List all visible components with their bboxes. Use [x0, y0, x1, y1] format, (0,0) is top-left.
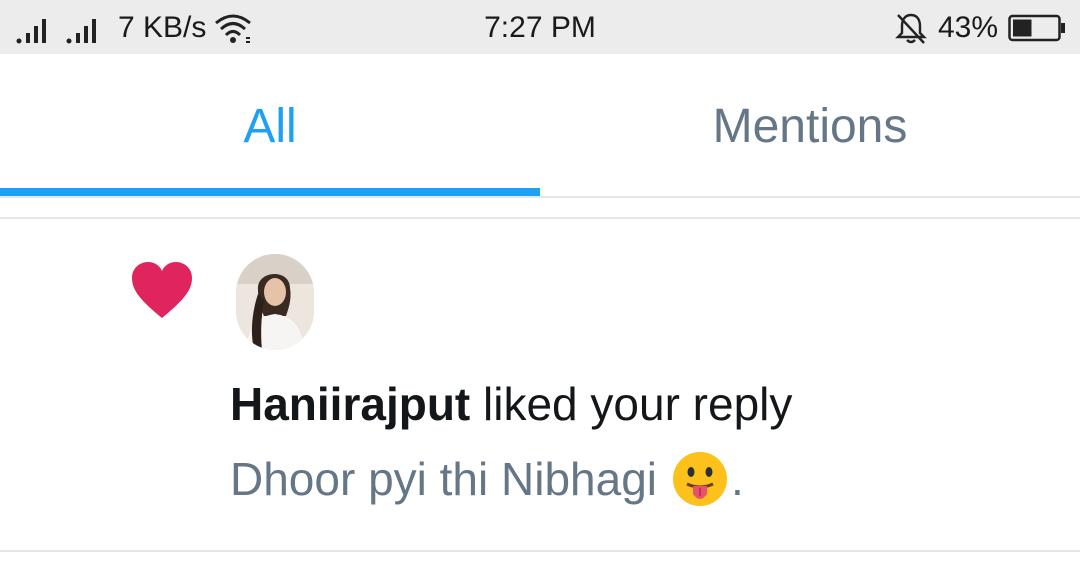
avatar[interactable] — [236, 254, 314, 350]
tweet-text[interactable]: Dhoor pyi thi Nibhagi . — [230, 450, 744, 508]
battery-icon — [1008, 14, 1066, 42]
notification-action: liked your reply — [470, 378, 793, 430]
face-with-tongue-icon — [671, 450, 729, 508]
battery-percent: 43% — [937, 11, 998, 44]
tab-mentions[interactable]: Mentions — [540, 54, 1080, 198]
tab-all[interactable]: All — [0, 54, 540, 198]
status-bar: 7 KB/s 7:27 PM 43% — [0, 0, 1080, 54]
tab-active-indicator — [0, 188, 540, 196]
status-right: 43% — [894, 8, 1066, 48]
tweet-text-body: Dhoor pyi thi Nibhagi — [230, 453, 658, 505]
notification-username[interactable]: Haniirajput — [230, 378, 470, 430]
list-divider — [0, 550, 1080, 552]
section-divider — [0, 217, 1080, 219]
tweet-text-suffix: . — [731, 453, 744, 505]
tab-divider — [0, 196, 1080, 198]
bell-off-icon — [894, 11, 928, 45]
heart-icon — [130, 260, 194, 322]
notification-text: Haniirajput liked your reply — [230, 376, 792, 432]
tab-bar: All Mentions — [0, 54, 1080, 198]
